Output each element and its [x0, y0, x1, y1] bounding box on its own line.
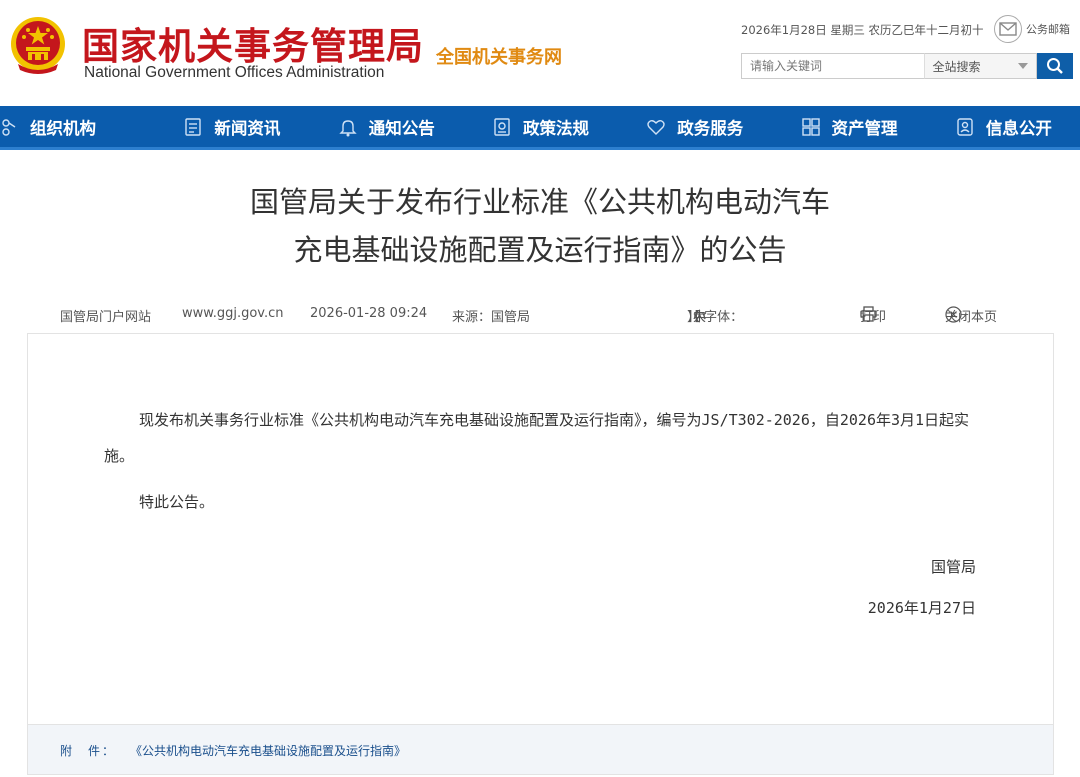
article-paragraph: 特此公告。	[139, 493, 215, 511]
article-text: 现发布机关事务行业标准《公共机构电动汽车充电基础设施配置及运行指南》，编号为JS…	[104, 402, 984, 520]
news-icon	[182, 116, 204, 138]
nav-label: 政策法规	[522, 118, 589, 138]
nav-label: 资产管理	[831, 118, 898, 138]
national-emblem-icon[interactable]	[6, 14, 70, 78]
bell-icon	[337, 116, 359, 138]
policy-icon	[491, 116, 513, 138]
nav-label: 通知公告	[368, 118, 435, 138]
search-scope-select[interactable]: 全站搜索	[923, 53, 1038, 79]
chevron-down-icon	[1018, 63, 1029, 69]
date-line: 2026年1月28日 星期三 农历乙巳年十二月初十	[741, 23, 984, 37]
search-button[interactable]	[1037, 53, 1073, 79]
attachment-link[interactable]: 《公共机构电动汽车充电基础设施配置及运行指南》	[130, 742, 406, 759]
search-scope-label: 全站搜索	[932, 59, 981, 74]
mail-label: 公务邮箱	[1026, 23, 1070, 36]
meta-site: 国管局门户网站	[60, 310, 152, 325]
mail-link[interactable]: 公务邮箱	[994, 15, 1070, 43]
article-meta: 国管局门户网站 www.ggj.gov.cn 2026-01-28 09:24 …	[60, 306, 1020, 326]
signature-date: 2026年1月27日	[867, 599, 976, 617]
search-icon	[1047, 58, 1063, 74]
search-input[interactable]	[741, 53, 924, 79]
main-nav: 组织机构 新闻资讯 通知公告 政策法规 政务服务 资产管理 信息公开	[0, 106, 1080, 150]
site-header: 国家机关事务管理局 National Government Offices Ad…	[0, 0, 1080, 106]
title-line: 国管局关于发布行业标准《公共机构电动汽车	[249, 185, 830, 219]
nav-item-news[interactable]: 新闻资讯	[154, 106, 308, 147]
article-paragraph: 现发布机关事务行业标准《公共机构电动汽车充电基础设施配置及运行指南》，编号为JS…	[104, 411, 970, 465]
meta-source: 来源：国管局	[452, 310, 531, 325]
signature-org: 国管局	[930, 558, 976, 576]
print-button[interactable]: 打印	[860, 306, 886, 325]
network-link[interactable]: 全国机关事务网	[436, 43, 562, 69]
nav-item-assets[interactable]: 资产管理	[771, 106, 925, 147]
service-icon	[645, 116, 667, 138]
article-title: 国管局关于发布行业标准《公共机构电动汽车 充电基础设施配置及运行指南》的公告	[0, 178, 1080, 274]
nav-item-service[interactable]: 政务服务	[617, 106, 771, 147]
nav-item-info[interactable]: 信息公开	[926, 106, 1080, 147]
nav-item-org[interactable]: 组织机构	[0, 106, 154, 147]
assets-icon	[800, 116, 822, 138]
attachment-bar: 附 件： 《公共机构电动汽车充电基础设施配置及运行指南》	[27, 725, 1054, 775]
site-title-cn[interactable]: 国家机关事务管理局	[82, 16, 424, 70]
site-title-en: National Government Offices Administrati…	[84, 64, 385, 81]
mail-icon	[994, 15, 1022, 43]
title-line: 充电基础设施配置及运行指南》的公告	[293, 233, 787, 267]
attachment-label: 附 件：	[60, 744, 117, 758]
org-icon	[0, 116, 22, 138]
search-bar: 全站搜索	[741, 53, 1073, 79]
nav-label: 新闻资讯	[214, 118, 281, 138]
meta-domain: www.ggj.gov.cn	[182, 306, 284, 321]
nav-label: 组织机构	[30, 118, 96, 138]
nav-label: 政务服务	[677, 118, 744, 138]
info-icon	[954, 116, 976, 138]
article-body: 现发布机关事务行业标准《公共机构电动汽车充电基础设施配置及运行指南》，编号为JS…	[27, 333, 1054, 725]
nav-label: 信息公开	[985, 118, 1052, 138]
font-size-bracket: 】	[687, 310, 701, 325]
close-page-button[interactable]: 关闭本页	[945, 306, 997, 325]
nav-item-notice[interactable]: 通知公告	[309, 106, 463, 147]
close-page-label: 关闭本页	[945, 310, 998, 325]
nav-item-policy[interactable]: 政策法规	[463, 106, 617, 147]
meta-datetime: 2026-01-28 09:24	[310, 306, 428, 321]
print-label: 打印	[860, 310, 887, 325]
